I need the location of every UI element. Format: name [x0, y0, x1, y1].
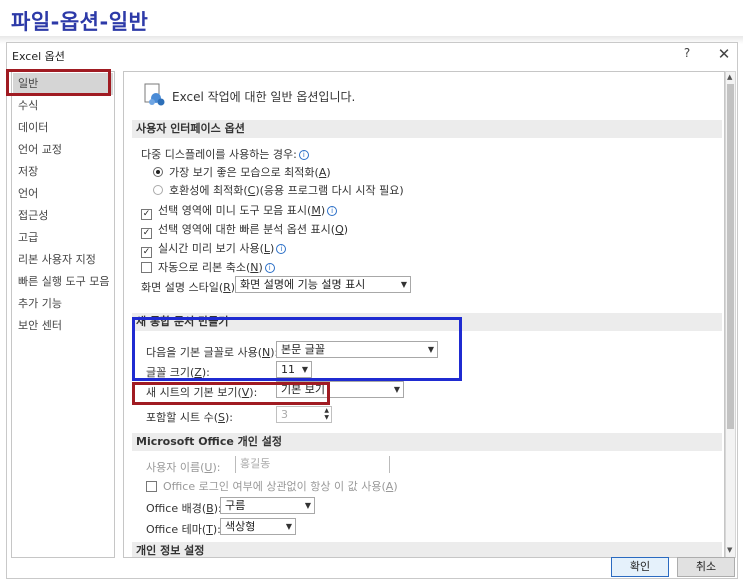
theme-label-key: T — [206, 523, 213, 536]
always-use-text: Office 로그인 여부에 상관없이 항상 이 값 사용( — [163, 480, 386, 493]
sheets-value: 3 — [281, 408, 288, 421]
mini-toolbar-text: 선택 영역에 미니 도구 모음 표시( — [158, 204, 312, 217]
quick-analysis-suffix: ) — [343, 223, 349, 236]
info-icon: i — [264, 263, 275, 273]
options-content: Excel 작업에 대한 일반 옵션입니다. 사용자 인터페이스 옵션 다중 디… — [123, 71, 725, 558]
checkbox-always-use[interactable]: Office 로그인 여부에 상관없이 항상 이 값 사용(A) — [146, 478, 398, 494]
intro-text: Excel 작업에 대한 일반 옵션입니다. — [172, 90, 356, 104]
checkbox-quick-analysis[interactable]: ✓ 선택 영역에 대한 빠른 분석 옵션 표시(Q) — [141, 221, 348, 239]
highlight-general-nav — [6, 69, 111, 96]
collapse-ribbon-suffix: ) — [258, 261, 263, 274]
nav-item-save[interactable]: 저장 — [13, 161, 113, 183]
checkbox-checked-icon[interactable]: ✓ — [141, 228, 152, 239]
sheets-label-key: S — [218, 411, 225, 424]
nav-item-advanced[interactable]: 고급 — [13, 227, 113, 249]
scroll-up-icon[interactable]: ▲ — [727, 73, 734, 81]
nav-item-customize-ribbon[interactable]: 리본 사용자 지정 — [13, 249, 113, 271]
radio-compat-suffix: )(응용 프로그램 다시 시작 필요) — [255, 184, 404, 197]
scroll-thumb[interactable] — [727, 84, 734, 429]
category-nav: 일반 수식 데이터 언어 교정 저장 언어 접근성 고급 리본 사용자 지정 빠… — [11, 71, 115, 558]
multi-display-label: 다중 디스플레이를 사용하는 경우: i — [141, 146, 309, 162]
background-label-text: Office 배경( — [146, 502, 207, 515]
radio-unselected-icon[interactable] — [153, 185, 163, 195]
chevron-down-icon: ▼ — [393, 385, 400, 394]
checkbox-checked-icon[interactable]: ✓ — [141, 247, 152, 258]
chevron-down-icon: ▼ — [285, 522, 292, 531]
ok-button[interactable]: 확인 — [611, 557, 669, 577]
nav-item-add-ins[interactable]: 추가 기능 — [13, 293, 113, 315]
info-icon: i — [276, 244, 287, 254]
mini-toolbar-key: M — [311, 204, 321, 217]
live-preview-suffix: ) — [270, 242, 275, 255]
screentip-text: 화면 설명 스타일( — [141, 281, 224, 294]
help-button[interactable]: ? — [679, 46, 695, 62]
cancel-button[interactable]: 취소 — [677, 557, 735, 577]
mini-toolbar-suffix: ) — [320, 204, 326, 217]
username-label-suffix: ): — [212, 461, 221, 474]
scroll-down-icon[interactable]: ▼ — [727, 546, 734, 554]
nav-item-quick-access-toolbar[interactable]: 빠른 실행 도구 모음 — [13, 271, 113, 293]
checkbox-unchecked-icon[interactable] — [146, 481, 157, 492]
radio-compatibility[interactable]: 호환성에 최적화(C)(응용 프로그램 다시 시작 필요) — [153, 182, 404, 198]
multi-display-text: 다중 디스플레이를 사용하는 경우: — [141, 148, 297, 161]
nav-item-data[interactable]: 데이터 — [13, 117, 113, 139]
sheets-label-suffix: ): — [225, 411, 233, 424]
office-theme-label: Office 테마(T): — [146, 521, 221, 537]
live-preview-text: 실시간 미리 보기 사용( — [158, 242, 264, 255]
quick-analysis-key: Q — [335, 223, 344, 236]
nav-item-language[interactable]: 언어 — [13, 183, 113, 205]
chevron-down-icon: ▼ — [400, 280, 407, 289]
username-input[interactable]: 홍길동 — [235, 456, 390, 473]
sheet-count-spinner[interactable]: 3 ▲ ▼ — [276, 406, 332, 423]
nav-item-trust-center[interactable]: 보안 센터 — [13, 315, 113, 337]
background-value: 구름 — [225, 499, 246, 512]
close-button[interactable]: ✕ — [715, 45, 733, 63]
username-label-text: 사용자 이름( — [146, 461, 205, 474]
collapse-ribbon-text: 자동으로 리본 축소( — [158, 261, 251, 274]
spinner-arrows-icon[interactable]: ▲ ▼ — [324, 407, 329, 421]
checkbox-mini-toolbar[interactable]: ✓ 선택 영역에 미니 도구 모음 표시(M) i — [141, 202, 338, 220]
highlight-sheet-count — [132, 382, 330, 405]
dialog-title: Excel 옵션 — [12, 50, 65, 63]
screentip-style-select[interactable]: 화면 설명에 기능 설명 표시 ▼ — [235, 276, 411, 293]
screentip-value: 화면 설명에 기능 설명 표시 — [240, 278, 366, 291]
nav-item-proofing[interactable]: 언어 교정 — [13, 139, 113, 161]
office-theme-select[interactable]: 색상형 ▼ — [220, 518, 296, 535]
sheet-count-label: 포함할 시트 수(S): — [146, 409, 233, 425]
page-caption: 파일-옵션-일반 — [11, 10, 149, 34]
radio-best-text: 가장 보기 좋은 모습으로 최적화( — [169, 166, 319, 179]
username-label: 사용자 이름(U): — [146, 459, 220, 475]
quick-analysis-text: 선택 영역에 대한 빠른 분석 옵션 표시( — [158, 223, 336, 236]
checkbox-checked-icon[interactable]: ✓ — [141, 209, 152, 220]
checkbox-live-preview[interactable]: ✓ 실시간 미리 보기 사용(L) i — [141, 240, 287, 258]
info-icon: i — [298, 150, 309, 160]
radio-compat-text: 호환성에 최적화( — [169, 184, 248, 197]
screentip-key: R — [223, 281, 231, 294]
excel-options-dialog: Excel 옵션 ? ✕ 일반 수식 데이터 언어 교정 저장 언어 접근성 고… — [6, 42, 738, 579]
checkbox-collapse-ribbon[interactable]: 자동으로 리본 축소(N) i — [141, 259, 275, 275]
chevron-down-icon: ▼ — [304, 501, 311, 510]
nav-item-formulas[interactable]: 수식 — [13, 95, 113, 117]
info-icon: i — [327, 206, 338, 216]
section-ui-options: 사용자 인터페이스 옵션 — [132, 120, 722, 138]
office-background-select[interactable]: 구름 ▼ — [220, 497, 315, 514]
general-options-icon — [144, 83, 165, 106]
content-scrollbar[interactable]: ▲ ▼ — [725, 71, 736, 558]
screentip-style-label: 화면 설명 스타일(R): — [141, 279, 239, 295]
nav-item-accessibility[interactable]: 접근성 — [13, 205, 113, 227]
radio-selected-icon[interactable] — [153, 167, 163, 177]
theme-label-text: Office 테마( — [146, 523, 207, 536]
section-privacy: 개인 정보 설정 — [132, 542, 722, 557]
always-use-suffix: ) — [393, 480, 398, 493]
section-personalize: Microsoft Office 개인 설정 — [132, 433, 722, 451]
office-background-label: Office 배경(B): — [146, 500, 222, 516]
theme-value: 색상형 — [225, 520, 256, 533]
radio-best-appearance[interactable]: 가장 보기 좋은 모습으로 최적화(A) — [153, 164, 331, 180]
checkbox-unchecked-icon[interactable] — [141, 262, 152, 273]
sheets-label-text: 포함할 시트 수( — [146, 411, 219, 424]
radio-best-suffix: ) — [326, 166, 331, 179]
background-label-key: B — [206, 502, 214, 515]
highlight-font-settings — [132, 317, 462, 381]
